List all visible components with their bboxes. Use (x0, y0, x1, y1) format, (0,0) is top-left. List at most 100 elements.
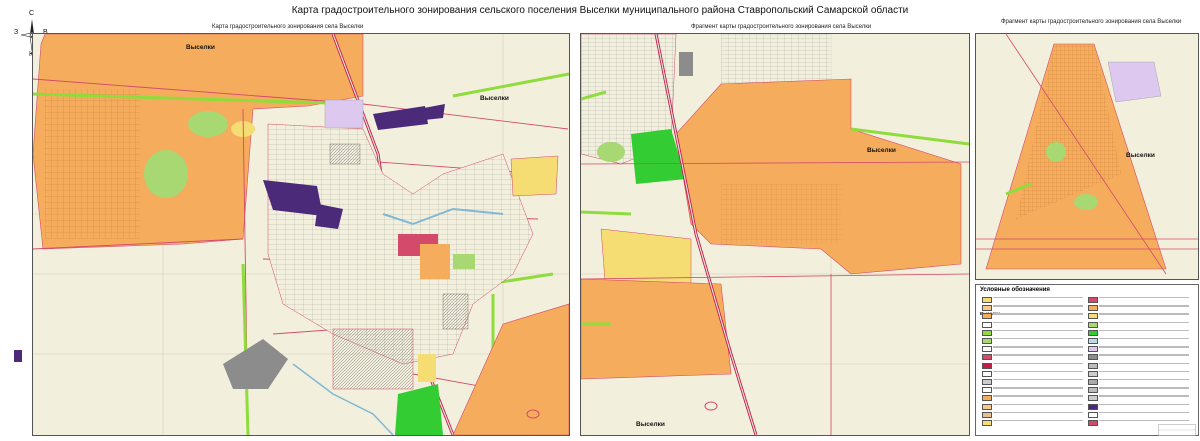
legend-swatch (982, 395, 992, 402)
legend-entry (982, 305, 1087, 312)
legend-entry (982, 321, 1087, 328)
legend-swatch (982, 362, 992, 369)
legend-entry-text-line (1099, 395, 1189, 397)
fragment-1-green-zone (597, 142, 625, 162)
recreation-zone-south (395, 384, 443, 435)
fragment-1-special-zone (679, 52, 693, 76)
legend-swatch (982, 403, 992, 410)
legend-entry-text-line (993, 338, 1083, 340)
legend-entry (1088, 305, 1193, 312)
legend-entry-text-line (1099, 411, 1189, 414)
legend-entry-text-line (993, 379, 1083, 381)
map-panel-fragment-1: Выселки Выселки (580, 33, 970, 436)
fragment-1-residential-grid (721, 184, 841, 244)
legend-entry-text-line (1099, 305, 1189, 307)
legend-entry-text-line (993, 370, 1083, 373)
legend-entry (1088, 354, 1193, 361)
fragment-1-settlement-label: Выселки (867, 147, 896, 154)
legend-entry-text-line (1099, 313, 1189, 315)
special-zone-southwest (223, 339, 288, 389)
legend-swatch (982, 370, 992, 377)
panel-1-title: Карта градостроительного зонирования сел… (212, 24, 364, 30)
legend-swatch (1088, 321, 1098, 328)
residential-grid-west (45, 89, 140, 239)
special-zone-east (442, 293, 469, 330)
legend-swatch (982, 354, 992, 361)
legend-entry (1088, 329, 1193, 336)
legend-entry (1088, 346, 1193, 353)
panel-2-title: Фрагмент карты градостроительного зониро… (691, 24, 872, 30)
fragment-2-settlement-label: Выселки (1126, 152, 1155, 159)
legend-entry (982, 395, 1087, 402)
legend-entry (1088, 338, 1193, 344)
fragment-2-lilac-zone (1107, 61, 1162, 103)
legend-swatch (982, 305, 992, 312)
green-zone-west (144, 150, 188, 198)
legend-swatch (982, 338, 992, 344)
public-zone-south (418, 354, 436, 382)
legend-entry (1088, 395, 1193, 402)
zoning-map-sheet: Карта градостроительного зонирования сел… (0, 0, 1200, 441)
legend-swatch (1088, 329, 1098, 336)
legend-entry-text-line (1099, 387, 1189, 389)
legend-swatch (982, 411, 992, 418)
legend-swatch (1088, 354, 1098, 361)
legend-swatch (1088, 403, 1098, 410)
legend-entry-text-line (993, 420, 1083, 422)
legend-entry (982, 313, 1087, 320)
legend-swatch (982, 379, 992, 385)
legend-entry-text-line (993, 387, 1083, 389)
fragment-1-landmark-marker (704, 401, 718, 411)
legend-entry (1088, 321, 1193, 328)
public-zone-east (510, 155, 559, 197)
legend-entry-text-line (993, 329, 1083, 332)
fragment-2-green-zone (1046, 142, 1066, 162)
legend-entry-text-line (993, 321, 1083, 323)
legend-swatch (1088, 297, 1098, 303)
legend-entry-text-line (1099, 329, 1189, 332)
legend-entry-text-line (993, 313, 1083, 315)
sheet-stamp (1158, 424, 1196, 436)
legend-swatch (1088, 313, 1098, 320)
legend-swatch (1088, 420, 1098, 426)
legend-swatch (1088, 395, 1098, 402)
legend-entry (982, 420, 1087, 426)
legend-swatch (982, 420, 992, 426)
legend-entry-text-line (1099, 379, 1189, 381)
legend-entry-text-line (993, 354, 1083, 356)
legend-entry (1088, 379, 1193, 385)
fragment-1-residential-zone-center (675, 78, 962, 275)
map-panel-main: Выселки Выселки (32, 33, 570, 436)
legend-entry-text-line (993, 297, 1083, 299)
legend-entry-text-line (1099, 403, 1189, 405)
legend-swatch (1088, 411, 1098, 418)
legend-entry-text-line (993, 411, 1083, 414)
map-title: Карта градостроительного зонирования сел… (291, 5, 909, 16)
stamp-box-icon (1158, 424, 1196, 436)
legend-swatch (982, 313, 992, 320)
legend-entry (982, 338, 1087, 344)
central-green (453, 254, 475, 269)
legend-swatch (1088, 305, 1098, 312)
legend-entry-text-line (1099, 354, 1189, 356)
fragment-1-settlement-label-south: Выселки (636, 421, 665, 428)
fragment-2-green-zone-2 (1074, 194, 1098, 210)
legend-entry (1088, 403, 1193, 410)
legend-entry (1088, 313, 1193, 320)
legend-title: Условные обозначения (980, 287, 1050, 293)
legend-swatch (982, 321, 992, 328)
legend-entry (1088, 387, 1193, 394)
legend-entry (1088, 297, 1193, 303)
fragment-1-canvas (581, 34, 969, 435)
map-legend: Условные обозначения Выселки (975, 284, 1199, 436)
legend-entry-text-line (1099, 420, 1189, 422)
industrial-parcel-outlying (14, 350, 22, 362)
legend-entry (982, 362, 1087, 369)
legend-entry-text-line (993, 395, 1083, 397)
legend-entry (1088, 362, 1193, 369)
residential-zone-southeast (452, 303, 569, 435)
legend-entry (982, 403, 1087, 410)
legend-entry-text-line (1099, 321, 1189, 323)
legend-entry (982, 379, 1087, 385)
panel-3-title: Фрагмент карты градостроительного зониро… (1001, 19, 1182, 25)
